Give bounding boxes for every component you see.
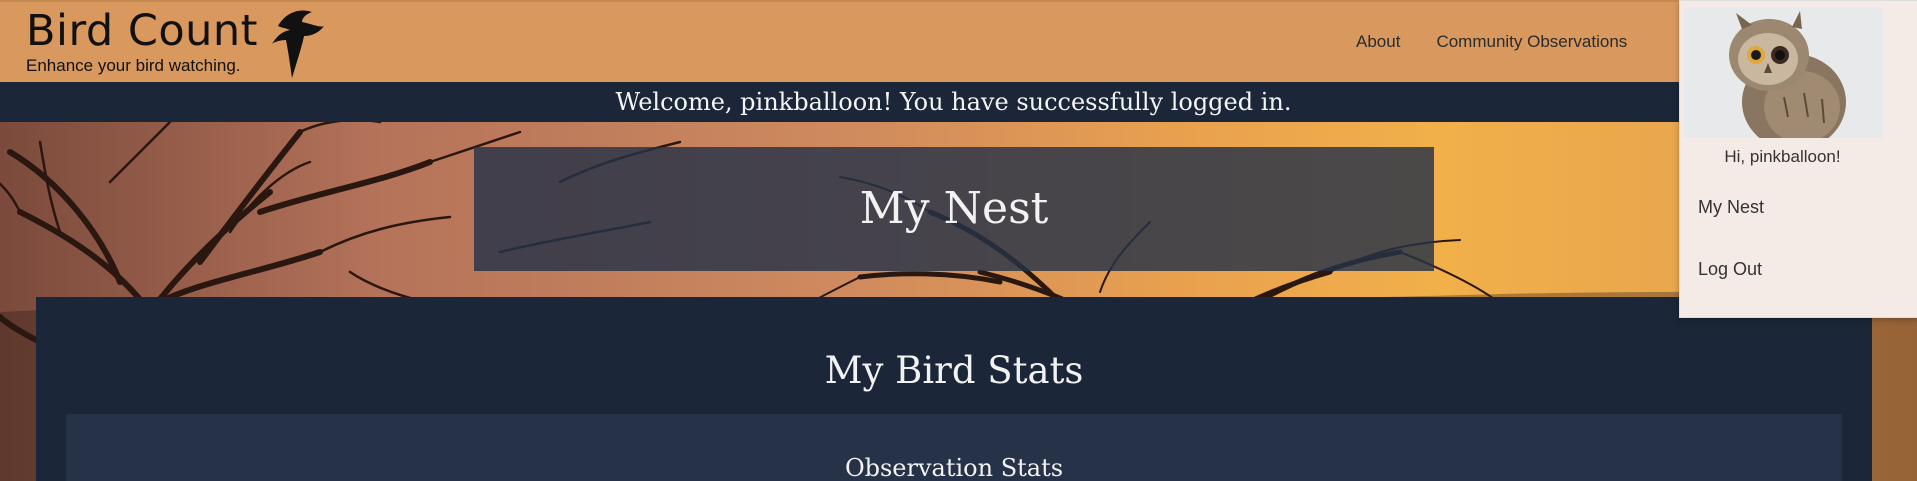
menu-item-log-out[interactable]: Log Out	[1698, 259, 1762, 280]
avatar[interactable]	[1684, 7, 1883, 138]
observation-stats-card: Observation Stats	[66, 414, 1842, 481]
brand-title[interactable]: Bird Count	[26, 8, 258, 54]
bird-silhouette-icon	[272, 10, 324, 79]
welcome-banner: Welcome, pinkballoon! You have successfu…	[0, 82, 1917, 122]
nav-community-observations[interactable]: Community Observations	[1436, 32, 1627, 52]
menu-item-my-nest[interactable]: My Nest	[1698, 197, 1764, 218]
main-nav: About Community Observations	[1356, 32, 1663, 52]
brand[interactable]: Bird Count Enhance your bird watching.	[26, 8, 258, 76]
welcome-message: Welcome, pinkballoon! You have successfu…	[615, 88, 1292, 116]
user-dropdown-menu: Hi, pinkballoon! My Nest Log Out	[1679, 0, 1917, 318]
main-content: My Bird Stats Observation Stats	[36, 297, 1872, 481]
site-header: Bird Count Enhance your bird watching. A…	[0, 0, 1917, 82]
section-title-bird-stats: My Bird Stats	[824, 349, 1084, 392]
card-title-observation-stats: Observation Stats	[844, 454, 1064, 481]
page-title: My Nest	[859, 183, 1049, 234]
brand-tagline: Enhance your bird watching.	[26, 56, 241, 75]
nav-about[interactable]: About	[1356, 32, 1400, 52]
owl-photo	[1684, 7, 1883, 138]
user-greeting: Hi, pinkballoon!	[1724, 147, 1841, 166]
nest-title-panel: My Nest	[474, 147, 1434, 271]
